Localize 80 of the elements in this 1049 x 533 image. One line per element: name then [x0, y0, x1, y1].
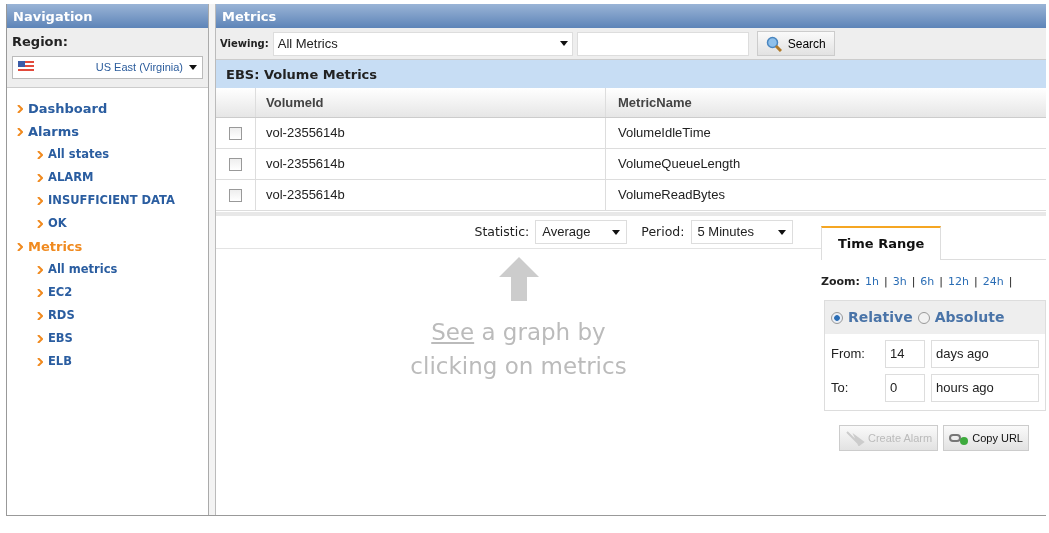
chevron-icon	[37, 151, 43, 159]
nav-item[interactable]: ALARM	[17, 166, 208, 190]
zoom-link[interactable]: 1h	[864, 273, 879, 290]
up-arrow-icon	[498, 257, 539, 301]
to-unit-dropdown[interactable]: hours ago	[931, 374, 1039, 402]
search-button[interactable]: Search	[756, 31, 835, 56]
table-title: EBS: Volume Metrics	[216, 60, 1046, 88]
zoom-link[interactable]: 24h	[982, 273, 1004, 290]
nav-item[interactable]: RDS	[17, 304, 208, 328]
alarm-icon	[845, 430, 865, 446]
nav-item[interactable]: INSUFFICIENT DATA	[17, 189, 208, 213]
table-cell-text: VolumeIdleTime	[617, 124, 712, 143]
nav-item[interactable]: Alarms	[17, 120, 208, 144]
table-cell: vol-2355614b	[256, 118, 606, 148]
table-cell-text: VolumeQueueLength	[617, 155, 742, 174]
separator: |	[883, 273, 888, 290]
to-label: To:	[831, 379, 850, 398]
radio-button[interactable]	[917, 311, 930, 324]
chevron-icon	[17, 128, 23, 136]
caret-icon	[189, 64, 197, 70]
from-label: From:	[831, 345, 866, 364]
chevron-icon	[37, 174, 43, 182]
nav-item[interactable]: All metrics	[17, 258, 208, 282]
row-checkbox[interactable]	[229, 126, 242, 140]
nav-item[interactable]: OK	[17, 212, 208, 236]
chevron-icon	[37, 289, 43, 297]
period-label: Period:	[641, 222, 685, 241]
chevron-icon	[37, 197, 43, 205]
tab[interactable]: Time Range	[821, 226, 942, 260]
hint-text: See a graph by clicking on metrics	[409, 318, 628, 381]
zoom-label: Zoom:	[821, 273, 860, 290]
radio-label[interactable]: Absolute	[934, 307, 1005, 328]
flag-icon	[18, 61, 34, 73]
region-dropdown[interactable]: US East (Virginia)	[12, 55, 203, 79]
nav-item[interactable]: ELB	[17, 350, 208, 374]
statistic-label: Statistic:	[474, 222, 530, 241]
viewing-label: Viewing:	[220, 37, 269, 51]
caret-icon	[777, 229, 786, 235]
table-cell-text: VolumeReadBytes	[617, 186, 726, 205]
chevron-icon	[17, 105, 23, 113]
column-header[interactable]: VolumeId	[256, 88, 606, 117]
nav-item[interactable]: Dashboard	[17, 97, 208, 121]
chevron-icon	[17, 243, 23, 251]
panel-title: Navigation	[7, 4, 208, 28]
chevron-icon	[37, 358, 43, 366]
statistic-dropdown[interactable]: Average	[535, 220, 628, 244]
search-icon	[765, 35, 782, 52]
caret-icon	[559, 41, 568, 46]
nav-item[interactable]: All states	[17, 143, 208, 167]
splitter-handle[interactable]	[209, 4, 216, 515]
chevron-icon	[37, 312, 43, 320]
viewing-dropdown[interactable]: All Metrics	[272, 31, 573, 56]
from-unit-dropdown[interactable]: days ago	[931, 340, 1039, 368]
search-field[interactable]	[576, 31, 749, 56]
separator: |	[911, 273, 916, 290]
period-dropdown[interactable]: 5 Minutes	[690, 220, 793, 244]
row-checkbox[interactable]	[229, 188, 242, 202]
row-checkbox[interactable]	[229, 157, 242, 171]
radio-label[interactable]: Relative	[848, 307, 913, 328]
nav-item[interactable]: EC2	[17, 281, 208, 305]
to-field[interactable]: 0	[885, 374, 925, 402]
radio-button[interactable]	[831, 311, 843, 324]
chevron-icon	[37, 220, 43, 228]
from-field[interactable]: 14	[885, 340, 925, 368]
separator: |	[974, 273, 978, 290]
separator: |	[1008, 273, 1013, 290]
zoom-link[interactable]: 12h	[948, 273, 970, 290]
column-header[interactable]: MetricName	[606, 88, 1046, 117]
separator: |	[939, 273, 944, 290]
region-label: Region:	[12, 33, 69, 51]
chevron-icon	[37, 266, 43, 274]
copy-url-button[interactable]: Copy URL	[943, 425, 1029, 451]
table-cell: vol-2355614b	[256, 149, 606, 179]
nav-item[interactable]: EBS	[17, 327, 208, 351]
zoom-link[interactable]: 3h	[892, 273, 907, 290]
caret-icon	[612, 229, 621, 235]
table-cell: vol-2355614b	[256, 180, 606, 210]
panel-title: Metrics	[216, 4, 1046, 28]
zoom-link[interactable]: 6h	[920, 273, 935, 290]
chevron-icon	[37, 335, 43, 343]
